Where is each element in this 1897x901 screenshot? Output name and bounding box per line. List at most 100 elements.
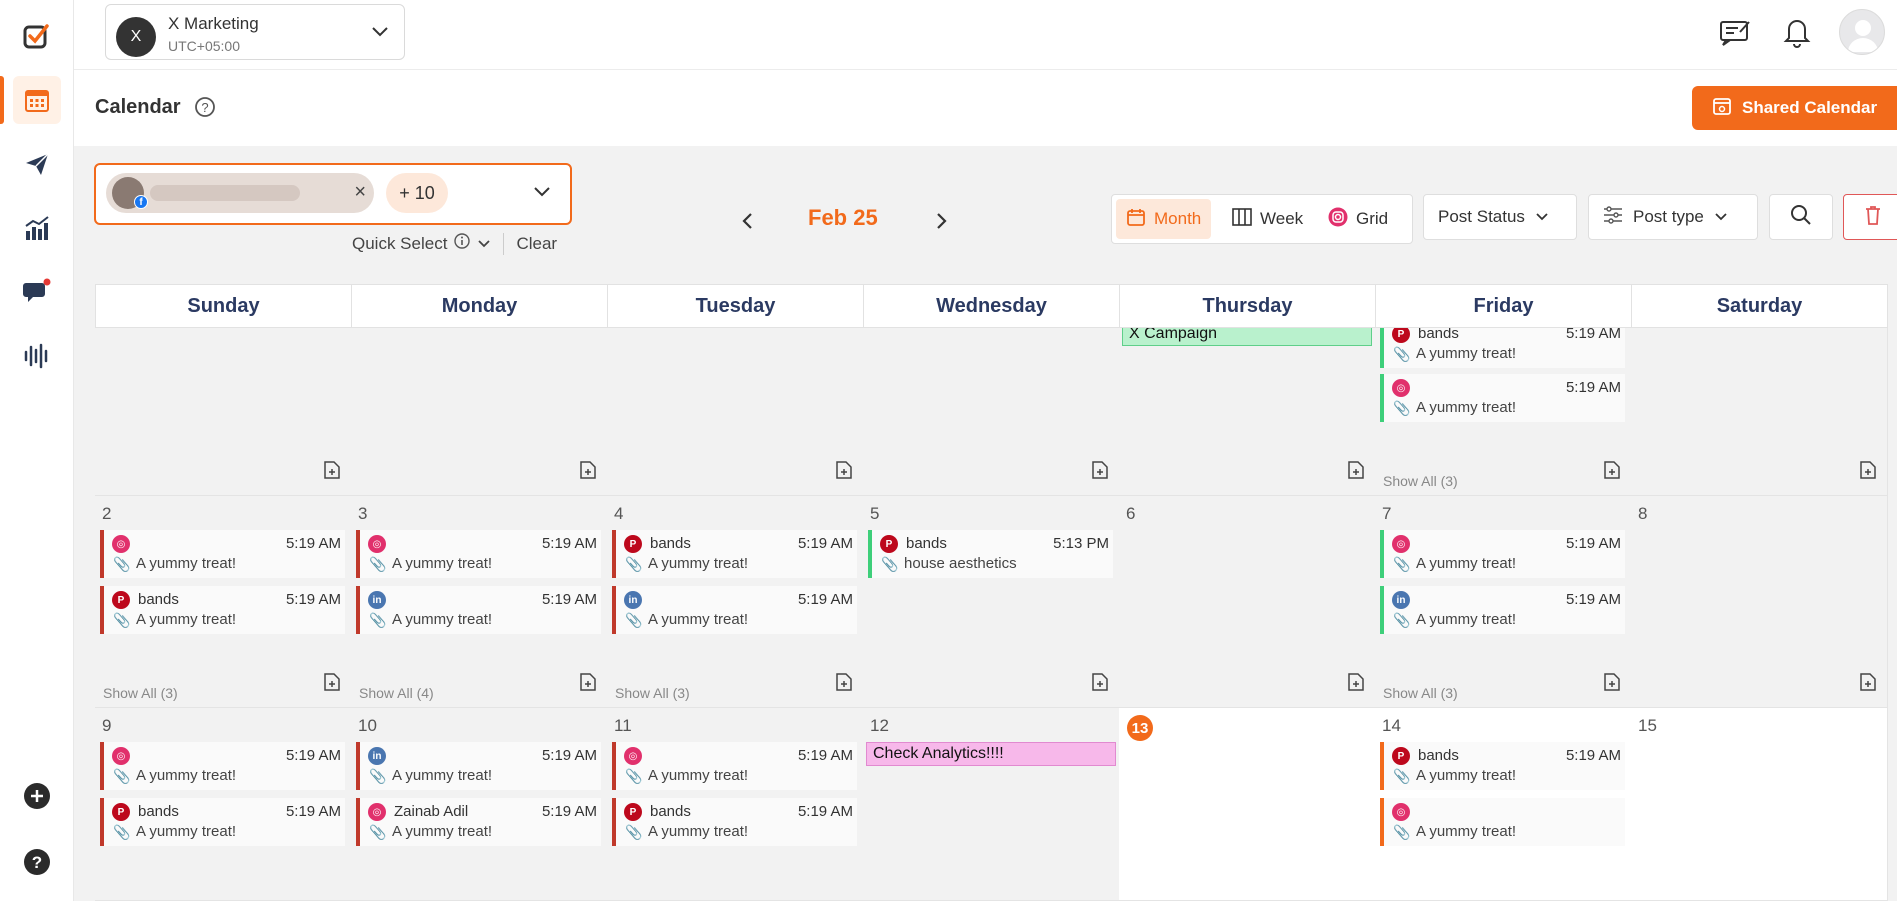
day-cell[interactable]: 8 — [1631, 496, 1888, 708]
post-card[interactable]: ◎ 📎 A yummy treat! — [1380, 798, 1625, 846]
day-cell[interactable]: 3 ◎ 5:19 AM 📎 A yummy treat! in 5:19 AM … — [351, 496, 608, 708]
add-post-icon[interactable] — [1091, 672, 1109, 697]
clear-button[interactable]: Clear — [516, 234, 557, 254]
chevron-down-icon[interactable] — [477, 234, 491, 254]
linkedin-icon: in — [368, 591, 386, 609]
publish-nav-icon[interactable] — [13, 140, 61, 188]
calendar-event[interactable]: X Campaign — [1122, 328, 1372, 346]
post-card[interactable]: P bands 5:19 AM 📎 A yummy treat! — [612, 798, 857, 846]
day-cell[interactable] — [607, 328, 864, 496]
day-number: 9 — [102, 716, 112, 735]
show-all-link[interactable]: Show All (4) — [359, 685, 434, 701]
show-all-link[interactable]: Show All (3) — [103, 685, 178, 701]
listening-nav-icon[interactable] — [13, 332, 61, 380]
month-calendar: Sunday Monday Tuesday Wednesday Thursday… — [95, 284, 1897, 901]
app-logo-icon[interactable] — [13, 12, 61, 60]
day-cell[interactable]: 14 P bands 5:19 AM 📎 A yummy treat! ◎ 📎 … — [1375, 708, 1632, 901]
chevron-down-icon — [370, 25, 390, 44]
feedback-icon[interactable] — [1715, 12, 1755, 52]
account-selector[interactable]: f × + 10 — [94, 163, 572, 225]
add-post-icon[interactable] — [579, 672, 597, 697]
post-card[interactable]: in 5:19 AM 📎 A yummy treat! — [356, 586, 601, 634]
add-post-icon[interactable] — [1859, 460, 1877, 485]
divider — [503, 232, 505, 255]
day-cell[interactable]: 4 P bands 5:19 AM 📎 A yummy treat! in 5:… — [607, 496, 864, 708]
add-post-icon[interactable] — [1859, 672, 1877, 697]
inbox-nav-icon[interactable] — [13, 268, 61, 316]
add-post-icon[interactable] — [323, 460, 341, 485]
day-cell[interactable] — [1631, 328, 1888, 496]
chevron-down-icon[interactable] — [532, 185, 552, 204]
add-post-icon[interactable] — [1603, 460, 1621, 485]
day-cell[interactable]: 12 Check Analytics!!!! — [863, 708, 1120, 901]
next-month-button[interactable] — [926, 206, 956, 236]
post-card[interactable]: in 5:19 AM 📎 A yummy treat! — [612, 586, 857, 634]
day-cell[interactable]: X Campaign — [1119, 328, 1376, 496]
post-card[interactable]: ◎ 5:19 AM 📎 A yummy treat! — [100, 742, 345, 790]
help-circle-icon[interactable]: ? — [194, 96, 216, 123]
post-card[interactable]: in 5:19 AM 📎 A yummy treat! — [356, 742, 601, 790]
calendar-nav-icon[interactable] — [13, 76, 61, 124]
view-week-button[interactable]: Week — [1222, 199, 1313, 239]
day-cell[interactable]: P bands 5:19 AM 📎 A yummy treat! ◎ 5:19 … — [1375, 328, 1632, 496]
day-cell[interactable]: 6 — [1119, 496, 1376, 708]
notification-bell-icon[interactable] — [1777, 12, 1817, 52]
add-post-icon[interactable] — [835, 460, 853, 485]
calendar-event[interactable]: Check Analytics!!!! — [866, 742, 1116, 766]
day-cell[interactable] — [95, 328, 352, 496]
selected-account-chip[interactable]: f × — [106, 173, 374, 213]
day-cell[interactable]: 10 in 5:19 AM 📎 A yummy treat! ◎ Zainab … — [351, 708, 608, 901]
add-post-icon[interactable] — [1091, 460, 1109, 485]
day-cell[interactable]: 15 — [1631, 708, 1888, 901]
day-cell[interactable] — [863, 328, 1120, 496]
show-all-link[interactable]: Show All (3) — [1383, 473, 1458, 489]
quick-select-row: Quick Select Clear — [352, 232, 557, 255]
post-card[interactable]: P bands 5:19 AM 📎 A yummy treat! — [612, 530, 857, 578]
post-card[interactable]: ◎ 5:19 AM 📎 A yummy treat! — [100, 530, 345, 578]
add-post-icon[interactable] — [1347, 460, 1365, 485]
help-icon[interactable]: ? — [13, 838, 61, 886]
remove-account-icon[interactable]: × — [354, 181, 366, 203]
more-accounts-chip[interactable]: + 10 — [386, 173, 448, 213]
add-post-icon[interactable] — [579, 460, 597, 485]
search-button[interactable] — [1769, 194, 1833, 240]
day-cell[interactable]: 11 ◎ 5:19 AM 📎 A yummy treat! P bands 5:… — [607, 708, 864, 901]
post-card[interactable]: ◎ 5:19 AM 📎 A yummy treat! — [1380, 374, 1625, 422]
add-post-icon[interactable] — [1347, 672, 1365, 697]
post-card[interactable]: P bands 5:19 AM 📎 A yummy treat! — [1380, 328, 1625, 368]
analytics-nav-icon[interactable] — [13, 204, 61, 252]
add-post-icon[interactable] — [835, 672, 853, 697]
user-avatar[interactable] — [1839, 9, 1885, 55]
add-post-icon[interactable] — [1603, 672, 1621, 697]
post-type-dropdown[interactable]: Post type — [1588, 194, 1758, 240]
add-post-icon[interactable] — [323, 672, 341, 697]
view-grid-button[interactable]: Grid — [1318, 199, 1398, 239]
quick-select-dropdown[interactable]: Quick Select — [352, 234, 447, 254]
post-card[interactable]: P bands 5:13 PM 📎 house aesthetics — [868, 530, 1113, 578]
post-card[interactable]: P bands 5:19 AM 📎 A yummy treat! — [100, 798, 345, 846]
post-card[interactable]: ◎ 5:19 AM 📎 A yummy treat! — [612, 742, 857, 790]
day-cell[interactable]: 9 ◎ 5:19 AM 📎 A yummy treat! P bands 5:1… — [95, 708, 352, 901]
add-icon[interactable] — [13, 772, 61, 820]
post-card[interactable]: ◎ 5:19 AM 📎 A yummy treat! — [1380, 530, 1625, 578]
day-cell[interactable] — [351, 328, 608, 496]
post-time: 5:19 AM — [285, 747, 341, 764]
show-all-link[interactable]: Show All (3) — [1383, 685, 1458, 701]
day-cell[interactable]: 7 ◎ 5:19 AM 📎 A yummy treat! in 5:19 AM … — [1375, 496, 1632, 708]
post-card[interactable]: in 5:19 AM 📎 A yummy treat! — [1380, 586, 1625, 634]
post-caption: A yummy treat! — [392, 823, 493, 840]
day-cell[interactable]: 2 ◎ 5:19 AM 📎 A yummy treat! P bands 5:1… — [95, 496, 352, 708]
workspace-selector[interactable]: X X Marketing UTC+05:00 — [105, 4, 405, 60]
view-month-button[interactable]: Month — [1116, 199, 1212, 239]
day-cell[interactable]: 5 P bands 5:13 PM 📎 house aesthetics — [863, 496, 1120, 708]
day-cell-today[interactable]: 13 — [1119, 708, 1376, 901]
show-all-link[interactable]: Show All (3) — [615, 685, 690, 701]
post-card[interactable]: ◎ Zainab Adil 5:19 AM 📎 A yummy treat! — [356, 798, 601, 846]
post-card[interactable]: ◎ 5:19 AM 📎 A yummy treat! — [356, 530, 601, 578]
shared-calendar-button[interactable]: Shared Calendar — [1692, 86, 1897, 130]
delete-button[interactable] — [1843, 194, 1897, 240]
prev-month-button[interactable] — [733, 206, 763, 236]
post-status-dropdown[interactable]: Post Status — [1423, 194, 1577, 240]
post-card[interactable]: P bands 5:19 AM 📎 A yummy treat! — [100, 586, 345, 634]
post-card[interactable]: P bands 5:19 AM 📎 A yummy treat! — [1380, 742, 1625, 790]
